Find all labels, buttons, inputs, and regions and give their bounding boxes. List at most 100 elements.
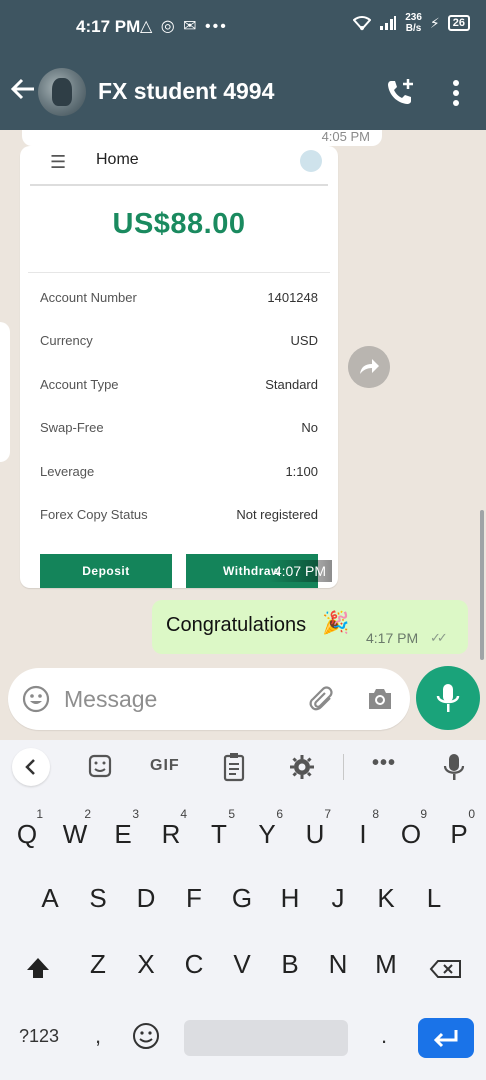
key-f[interactable]: F bbox=[170, 858, 218, 918]
outgoing-message[interactable]: Congratulations 🎉 4:17 PM ✓✓ bbox=[152, 600, 468, 654]
key-i[interactable]: I8 bbox=[339, 794, 387, 854]
detail-label: Swap-Free bbox=[40, 420, 104, 436]
key-t[interactable]: T5 bbox=[195, 794, 243, 854]
key-n[interactable]: N bbox=[314, 924, 362, 984]
toolbar-back-button[interactable] bbox=[12, 748, 50, 786]
status-right-icons: 236 B/s ⚡ 26 bbox=[353, 12, 470, 34]
key-r[interactable]: R4 bbox=[147, 794, 195, 854]
key-v[interactable]: V bbox=[218, 924, 266, 984]
key-q[interactable]: Q1 bbox=[3, 794, 51, 854]
contact-name[interactable]: FX student 4994 bbox=[98, 78, 274, 105]
key-e[interactable]: E3 bbox=[99, 794, 147, 854]
profile-icon bbox=[300, 150, 322, 172]
contact-avatar[interactable] bbox=[38, 68, 86, 116]
emoji-key[interactable] bbox=[122, 1006, 170, 1066]
key-a[interactable]: A bbox=[26, 858, 74, 918]
detail-value: Standard bbox=[265, 376, 318, 392]
sticker-icon[interactable] bbox=[82, 750, 118, 784]
emoji-icon[interactable] bbox=[22, 685, 50, 713]
charging-icon: ⚡ bbox=[429, 14, 440, 31]
gif-button[interactable]: GIF bbox=[150, 757, 180, 775]
key-hint: 5 bbox=[228, 807, 235, 821]
key-w[interactable]: W2 bbox=[51, 794, 99, 854]
clipboard-icon[interactable] bbox=[216, 750, 252, 784]
keyboard-mic-icon[interactable] bbox=[436, 750, 472, 784]
key-d[interactable]: D bbox=[122, 858, 170, 918]
add-call-icon[interactable] bbox=[384, 76, 416, 108]
settings-gear-icon[interactable] bbox=[284, 750, 320, 784]
key-hint: 1 bbox=[36, 807, 43, 821]
key-label: Y bbox=[258, 819, 276, 849]
detail-value: USD bbox=[290, 333, 318, 349]
key-hint: 8 bbox=[372, 807, 379, 821]
key-g[interactable]: G bbox=[218, 858, 266, 918]
shift-icon bbox=[27, 958, 49, 978]
image-message[interactable]: ☰ Home US$88.00 Account Number 1401248 Cu… bbox=[20, 146, 338, 588]
backspace-key[interactable] bbox=[422, 924, 470, 984]
key-label: P bbox=[450, 819, 468, 849]
back-arrow-icon[interactable] bbox=[8, 74, 38, 104]
key-b[interactable]: B bbox=[266, 924, 314, 984]
more-options-icon[interactable] bbox=[446, 78, 466, 108]
detail-label: Currency bbox=[40, 333, 93, 349]
scrollbar[interactable] bbox=[480, 510, 484, 660]
key-p[interactable]: P0 bbox=[435, 794, 483, 854]
camera-icon[interactable] bbox=[366, 686, 394, 712]
space-bar[interactable] bbox=[184, 1020, 348, 1056]
period-key[interactable]: . bbox=[362, 1006, 406, 1066]
key-y[interactable]: Y6 bbox=[243, 794, 291, 854]
voice-message-button[interactable] bbox=[416, 666, 480, 730]
detail-value: 1:100 bbox=[285, 463, 318, 479]
detail-label: Account Type bbox=[40, 376, 119, 392]
key-k[interactable]: K bbox=[362, 858, 410, 918]
forward-icon[interactable] bbox=[348, 346, 390, 388]
attachment-icon[interactable] bbox=[308, 684, 338, 714]
key-u[interactable]: U7 bbox=[291, 794, 339, 854]
key-x[interactable]: X bbox=[122, 924, 170, 984]
read-receipt-icon: ✓✓ bbox=[430, 630, 448, 645]
account-details: Account Number 1401248 Currency USD Accoun… bbox=[40, 290, 318, 550]
comma-key[interactable]: , bbox=[76, 1006, 120, 1066]
key-row-1: Q1 W2 E3 R4 T5 Y6 U7 I8 O9 P0 bbox=[0, 794, 486, 854]
detail-row: Account Type Standard bbox=[40, 377, 318, 420]
message-box bbox=[8, 668, 410, 730]
key-c[interactable]: C bbox=[170, 924, 218, 984]
emoji-icon bbox=[133, 1023, 159, 1049]
key-o[interactable]: O9 bbox=[387, 794, 435, 854]
shift-key[interactable] bbox=[14, 924, 62, 984]
more-dots-icon[interactable]: ••• bbox=[372, 752, 396, 775]
detail-label: Leverage bbox=[40, 463, 95, 479]
key-hint: 2 bbox=[84, 807, 91, 821]
chevron-left-icon bbox=[25, 759, 35, 775]
detail-row: Swap-Free No bbox=[40, 420, 318, 463]
enter-key[interactable] bbox=[418, 1018, 474, 1058]
detail-label: Forex Copy Status bbox=[40, 506, 148, 522]
message-input[interactable] bbox=[64, 668, 284, 730]
status-time: 4:17 PM bbox=[76, 17, 141, 36]
key-label: T bbox=[211, 819, 227, 849]
chat-area[interactable]: 4:05 PM ☰ Home US$88.00 Account Number 14… bbox=[0, 130, 486, 670]
key-j[interactable]: J bbox=[314, 858, 362, 918]
party-popper-emoji: 🎉 bbox=[322, 610, 350, 635]
key-m[interactable]: M bbox=[362, 924, 410, 984]
key-h[interactable]: H bbox=[266, 858, 314, 918]
chat-header: 4:17 PM △ ◎ ✉ ••• 236 B/s ⚡ 26 FX studen… bbox=[0, 0, 486, 130]
previous-message-bubble[interactable]: 4:05 PM bbox=[22, 130, 382, 146]
key-z[interactable]: Z bbox=[74, 924, 122, 984]
key-l[interactable]: L bbox=[410, 858, 458, 918]
screenshot-title: Home bbox=[96, 151, 139, 168]
enter-icon bbox=[433, 1030, 458, 1048]
key-hint: 0 bbox=[468, 807, 475, 821]
key-s[interactable]: S bbox=[74, 858, 122, 918]
key-hint: 9 bbox=[420, 807, 427, 821]
battery-level: 26 bbox=[447, 15, 470, 31]
symbols-key[interactable]: ?123 bbox=[14, 1006, 64, 1066]
detail-row: Forex Copy Status Not registered bbox=[40, 507, 318, 550]
notification-icons: △ ◎ ✉ ••• bbox=[140, 18, 228, 35]
network-speed-unit: B/s bbox=[405, 23, 422, 34]
divider bbox=[28, 272, 330, 273]
network-speed: 236 B/s bbox=[405, 12, 422, 34]
keyboard-toolbar: GIF ••• bbox=[0, 740, 486, 794]
outgoing-message-text: Congratulations bbox=[166, 614, 307, 636]
previous-message-time: 4:05 PM bbox=[321, 130, 370, 144]
